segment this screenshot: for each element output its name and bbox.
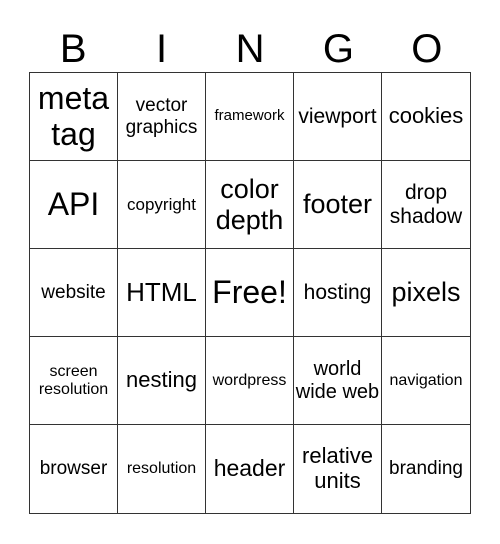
- bingo-cell[interactable]: nesting: [118, 337, 206, 425]
- bingo-cell[interactable]: Free!: [206, 249, 294, 337]
- bingo-cell[interactable]: framework: [206, 73, 294, 161]
- header-letter: O: [411, 27, 443, 71]
- header-letter: N: [235, 27, 265, 71]
- bingo-cell[interactable]: viewport: [294, 73, 382, 161]
- bingo-cell[interactable]: branding: [382, 425, 470, 513]
- header-letter: B: [59, 27, 87, 71]
- bingo-header: B I N G O: [29, 26, 471, 72]
- bingo-cell[interactable]: world wide web: [294, 337, 382, 425]
- bingo-cell[interactable]: relative units: [294, 425, 382, 513]
- bingo-cell[interactable]: navigation: [382, 337, 470, 425]
- bingo-cell[interactable]: screen resolution: [30, 337, 118, 425]
- bingo-cell[interactable]: wordpress: [206, 337, 294, 425]
- bingo-cell[interactable]: header: [206, 425, 294, 513]
- bingo-grid: meta tag vector graphics framework viewport…: [29, 72, 471, 514]
- bingo-cell[interactable]: resolution: [118, 425, 206, 513]
- bingo-cell[interactable]: meta tag: [30, 73, 118, 161]
- bingo-cell[interactable]: HTML: [118, 249, 206, 337]
- bingo-cell[interactable]: color depth: [206, 161, 294, 249]
- bingo-cell[interactable]: footer: [294, 161, 382, 249]
- bingo-cell[interactable]: browser: [30, 425, 118, 513]
- bingo-cell[interactable]: copyright: [118, 161, 206, 249]
- bingo-cell[interactable]: API: [30, 161, 118, 249]
- bingo-cell[interactable]: vector graphics: [118, 73, 206, 161]
- header-letter: G: [322, 27, 354, 71]
- bingo-cell[interactable]: cookies: [382, 73, 470, 161]
- bingo-cell[interactable]: drop shadow: [382, 161, 470, 249]
- bingo-cell[interactable]: hosting: [294, 249, 382, 337]
- header-letter: I: [156, 27, 168, 71]
- bingo-cell[interactable]: website: [30, 249, 118, 337]
- bingo-cell[interactable]: pixels: [382, 249, 470, 337]
